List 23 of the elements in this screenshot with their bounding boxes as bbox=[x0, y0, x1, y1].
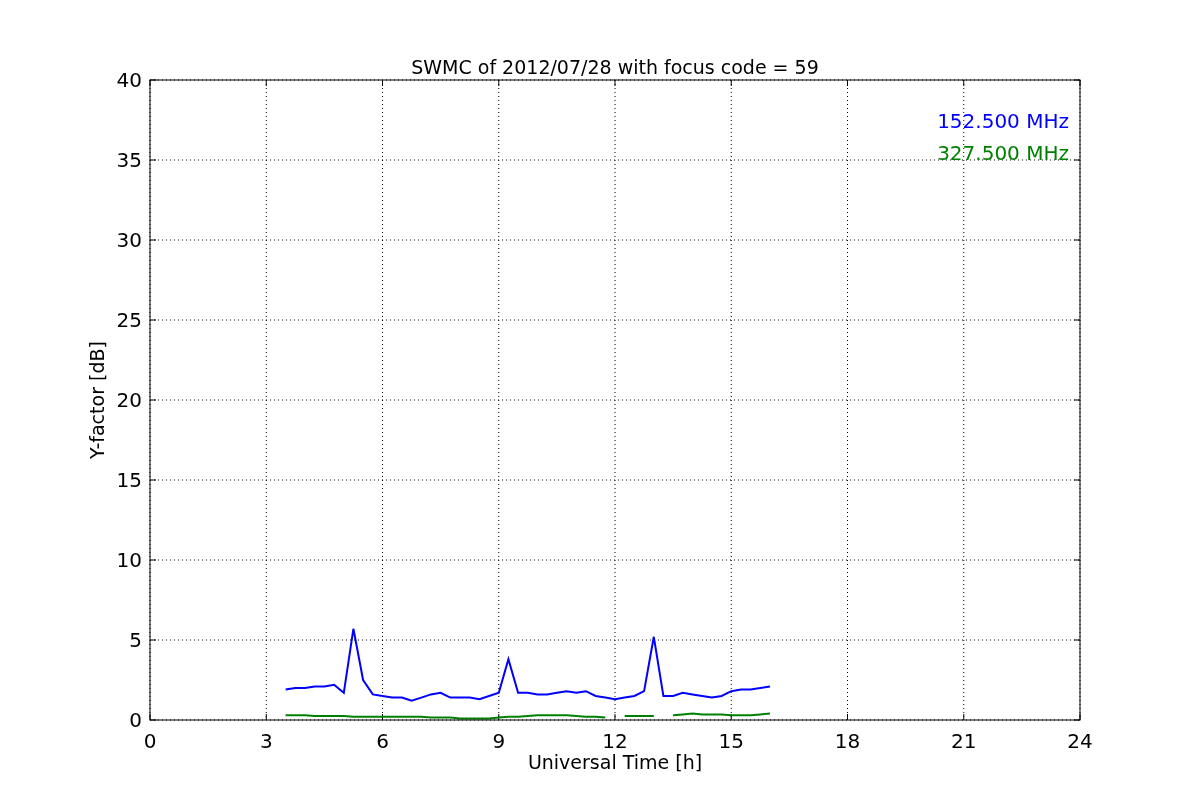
tick-label: 25 bbox=[116, 308, 142, 332]
legend-label: 327.500 MHz bbox=[937, 141, 1069, 165]
y-axis-label: Y-factor [dB] bbox=[86, 341, 108, 459]
x-axis-label: Universal Time [h] bbox=[527, 751, 703, 773]
tick-label: 6 bbox=[376, 729, 389, 753]
tick-label: 3 bbox=[259, 729, 273, 753]
tick-label: 35 bbox=[116, 148, 142, 172]
tick-label: 15 bbox=[116, 468, 142, 492]
tick-label: 21 bbox=[951, 729, 977, 753]
chart-title: SWMC of 2012/07/28 with focus code = 59 bbox=[411, 56, 819, 78]
tick-label: 20 bbox=[116, 388, 142, 412]
tick-label: 0 bbox=[129, 708, 142, 732]
tick-label: 5 bbox=[129, 628, 142, 652]
tick-label: 18 bbox=[834, 729, 861, 753]
tick-label: 10 bbox=[116, 548, 142, 572]
tick-label: 40 bbox=[116, 68, 142, 92]
tick-label: 24 bbox=[1067, 729, 1093, 753]
tick-label: 0 bbox=[143, 729, 157, 753]
tick-label: 15 bbox=[718, 729, 744, 753]
tick-label: 30 bbox=[116, 228, 142, 252]
tick-label: 12 bbox=[602, 729, 628, 753]
tick-label: 9 bbox=[492, 729, 506, 753]
legend-label: 152.500 MHz bbox=[937, 109, 1069, 133]
